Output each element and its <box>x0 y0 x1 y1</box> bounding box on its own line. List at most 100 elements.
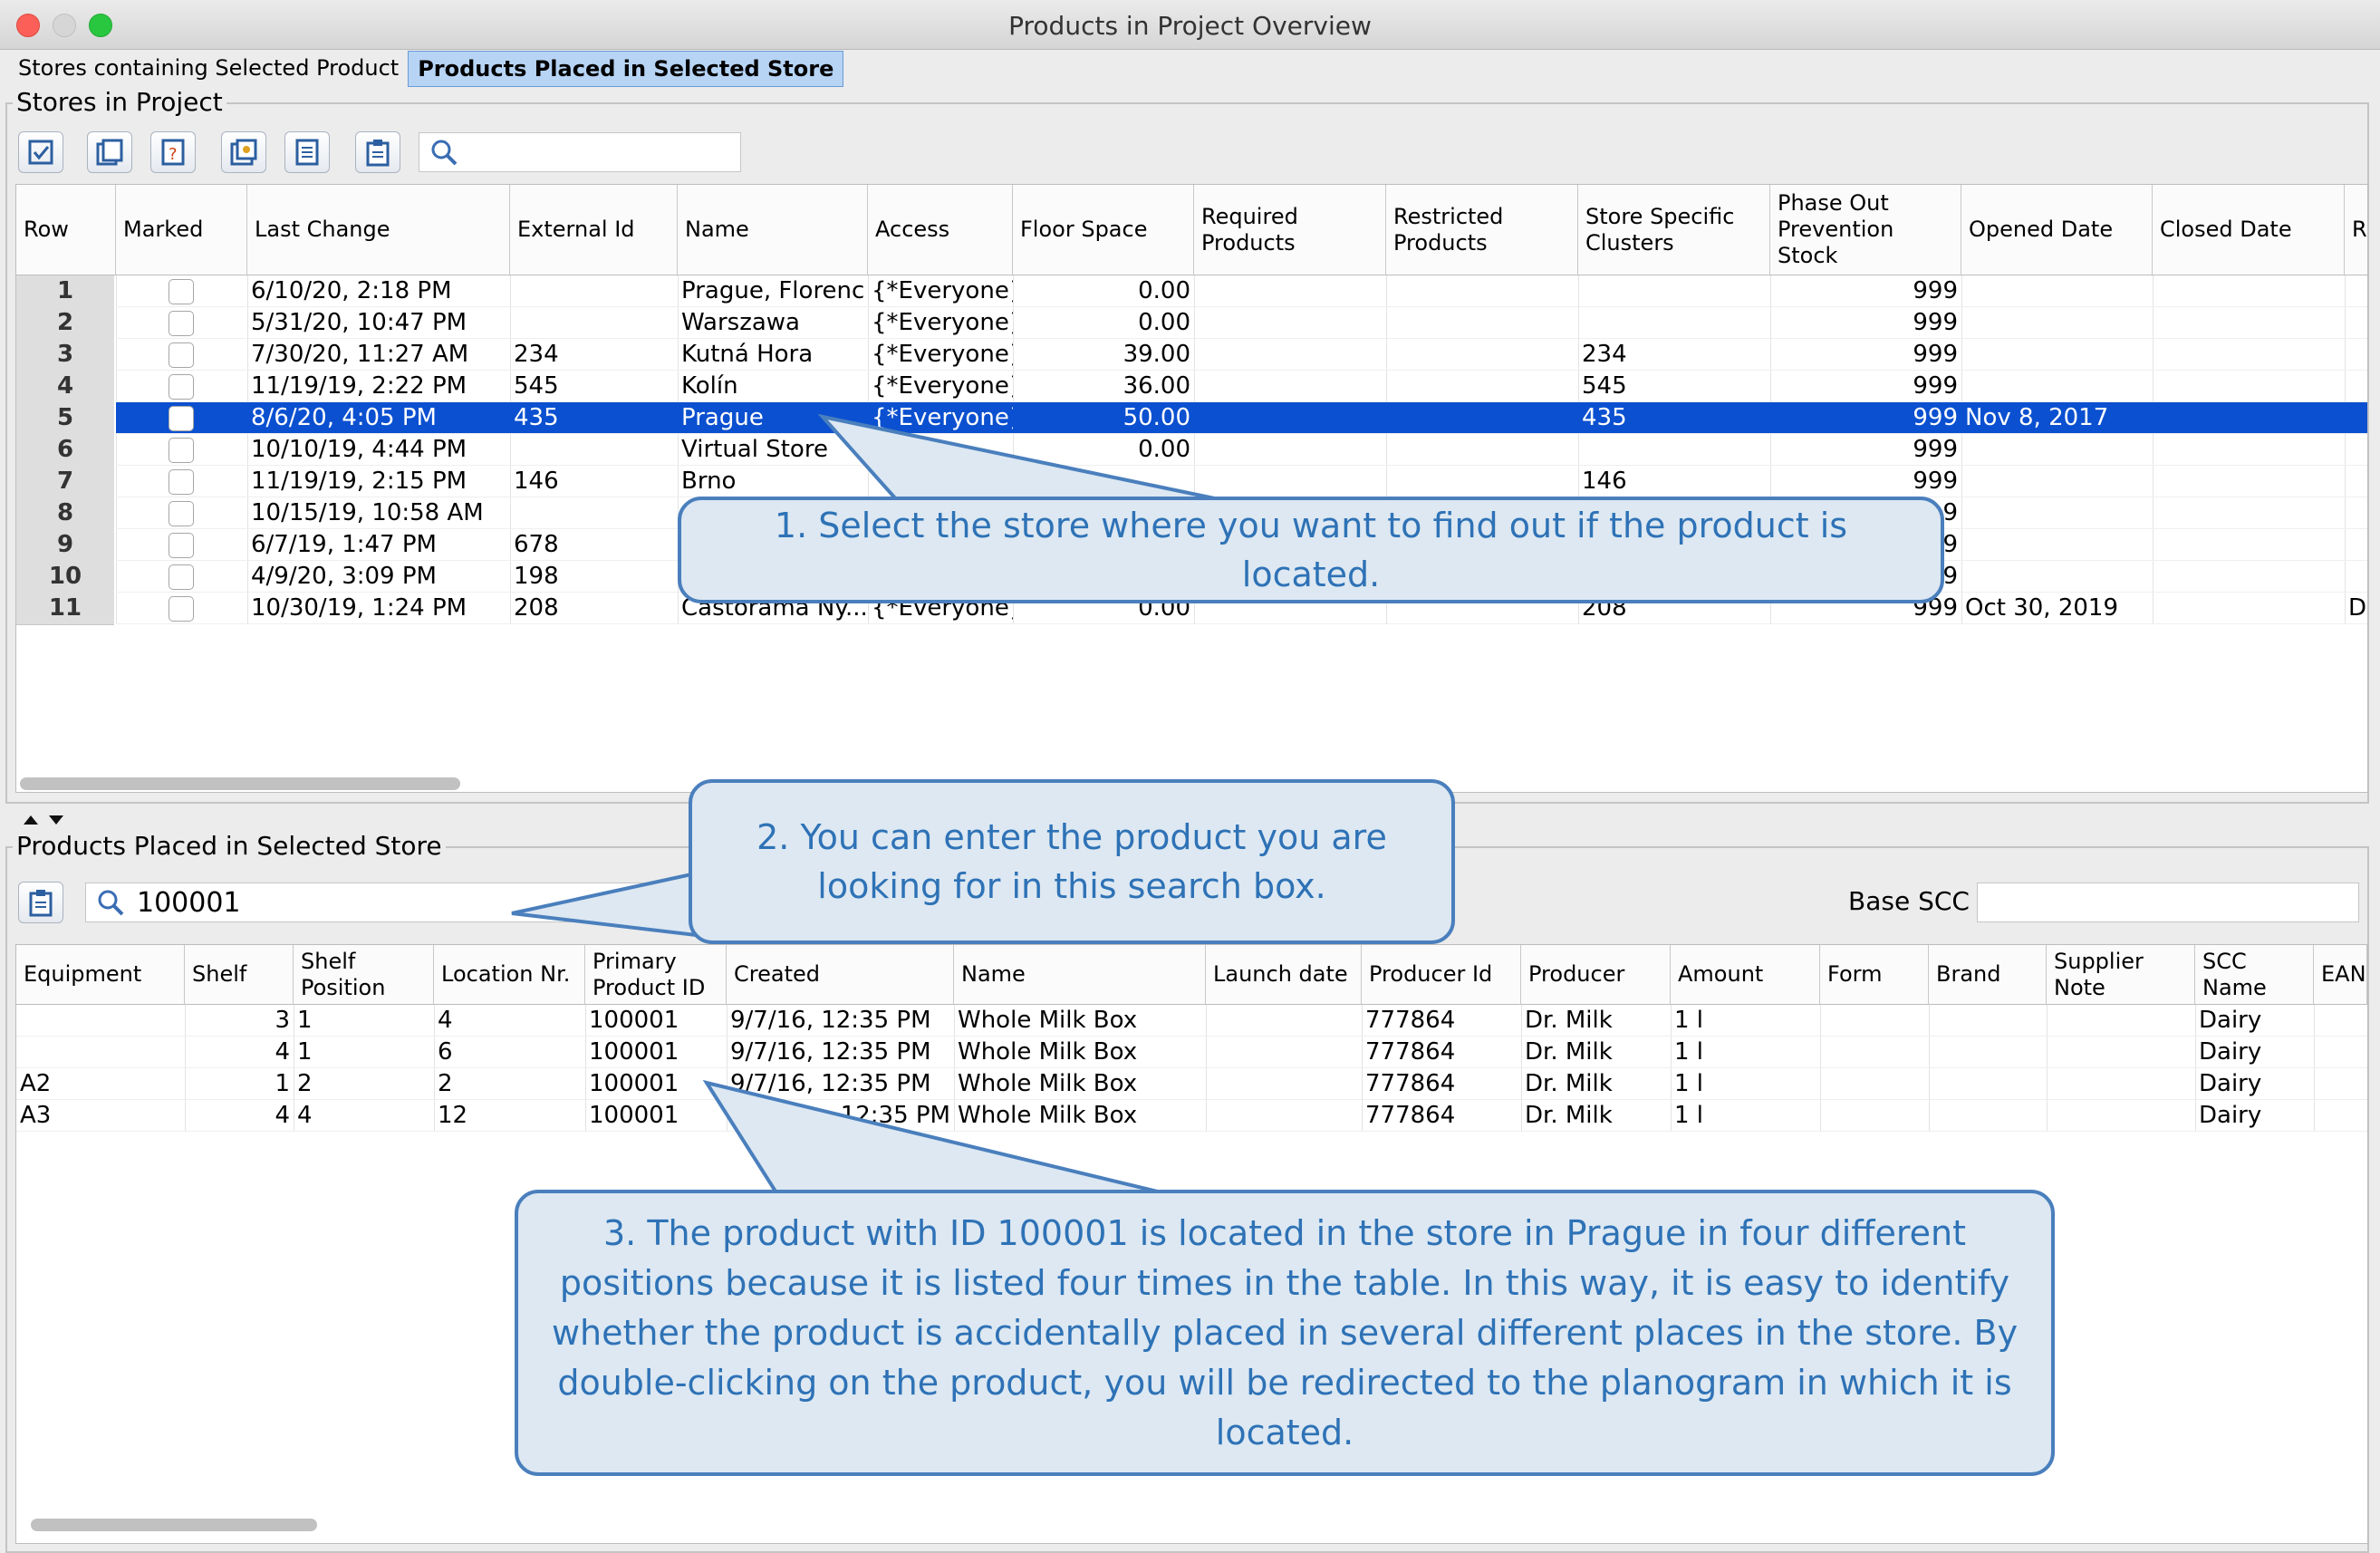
product-cell-location[interactable]: 12 <box>434 1100 585 1132</box>
marked-checkbox[interactable] <box>169 469 194 495</box>
row-number[interactable]: 4 <box>16 371 114 403</box>
product-cell-scc[interactable]: Dairy <box>2195 1100 2314 1132</box>
store-cell-floor-space[interactable]: 50.00 <box>1013 402 1194 434</box>
store-cell-re[interactable]: De <box>2345 593 2367 624</box>
marked-checkbox[interactable] <box>169 406 194 431</box>
row-number[interactable]: 11 <box>16 593 114 625</box>
store-cell-opened[interactable] <box>1961 371 2153 402</box>
products-col-header[interactable]: Amount <box>1671 945 1820 1005</box>
store-cell-phase-out[interactable]: 999 <box>1770 339 1961 371</box>
product-cell-name[interactable]: Whole Milk Box <box>954 1037 1206 1068</box>
row-number[interactable]: 10 <box>16 561 114 593</box>
store-cell-clusters[interactable] <box>1578 434 1770 466</box>
product-cell-producer[interactable]: Dr. Milk <box>1521 1037 1671 1068</box>
row-number[interactable]: 7 <box>16 466 114 498</box>
stores-col-header[interactable]: Restricted Products <box>1386 185 1578 275</box>
product-cell-product-id[interactable]: 100001 <box>585 1005 727 1037</box>
store-cell-external-id[interactable] <box>510 434 678 466</box>
store-cell-re[interactable] <box>2345 275 2367 307</box>
product-cell-amount[interactable]: 1 l <box>1671 1005 1820 1037</box>
row-number[interactable]: 5 <box>16 402 114 435</box>
stores-col-header[interactable]: Last Change <box>247 185 510 275</box>
store-cell-phase-out[interactable]: 999 <box>1770 275 1961 307</box>
store-cell-external-id[interactable]: 146 <box>510 466 678 497</box>
splitter-arrows[interactable] <box>20 813 74 830</box>
store-cell-external-id[interactable]: 435 <box>510 402 678 434</box>
stores-search-box[interactable] <box>419 132 741 172</box>
product-cell-producer[interactable]: Dr. Milk <box>1521 1100 1671 1132</box>
store-cell-last-change[interactable]: 7/30/20, 11:27 AM <box>247 339 510 371</box>
product-cell-amount[interactable]: 1 l <box>1671 1068 1820 1100</box>
product-cell-producer[interactable]: Dr. Milk <box>1521 1005 1671 1037</box>
store-cell-floor-space[interactable]: 39.00 <box>1013 339 1194 371</box>
store-cell-floor-space[interactable]: 36.00 <box>1013 371 1194 402</box>
product-cell-producer-id[interactable]: 777864 <box>1362 1068 1521 1100</box>
store-cell-last-change[interactable]: 4/9/20, 3:09 PM <box>247 561 510 593</box>
list-button[interactable] <box>284 131 330 173</box>
store-cell-external-id[interactable] <box>510 307 678 339</box>
store-cell-closed[interactable] <box>2153 339 2345 371</box>
store-cell-external-id[interactable] <box>510 497 678 529</box>
marked-checkbox[interactable] <box>169 279 194 304</box>
store-cell-opened[interactable] <box>1961 529 2153 561</box>
stores-col-header[interactable]: Re <box>2345 185 2367 275</box>
product-cell-shelf-position[interactable]: 1 <box>294 1037 434 1068</box>
store-cell-name[interactable]: Virtual Store <box>678 434 868 466</box>
store-cell-closed[interactable] <box>2153 371 2345 402</box>
store-cell-re[interactable] <box>2345 466 2367 497</box>
store-cell-external-id[interactable] <box>510 275 678 307</box>
store-cell-name[interactable]: Kutná Hora <box>678 339 868 371</box>
store-cell-clusters[interactable] <box>1578 275 1770 307</box>
store-cell-name[interactable]: Prague <box>678 402 868 434</box>
products-col-header[interactable]: Producer <box>1521 945 1671 1005</box>
store-cell-phase-out[interactable]: 999 <box>1770 466 1961 497</box>
store-cell-closed[interactable] <box>2153 497 2345 529</box>
store-cell-last-change[interactable]: 11/19/19, 2:22 PM <box>247 371 510 402</box>
store-cell-floor-space[interactable]: 0.00 <box>1013 275 1194 307</box>
row-number[interactable]: 9 <box>16 529 114 562</box>
store-cell-re[interactable] <box>2345 371 2367 402</box>
product-cell-shelf[interactable]: 4 <box>185 1100 294 1132</box>
store-cell-external-id[interactable]: 234 <box>510 339 678 371</box>
marked-checkbox[interactable] <box>169 564 194 590</box>
store-cell-re[interactable] <box>2345 307 2367 339</box>
row-number[interactable]: 2 <box>16 307 114 340</box>
marked-checkbox[interactable] <box>169 438 194 463</box>
products-horizontal-scrollbar[interactable] <box>31 1519 317 1531</box>
products-col-header[interactable]: Location Nr. <box>434 945 585 1005</box>
deselect-button[interactable] <box>87 131 132 173</box>
store-cell-last-change[interactable]: 10/30/19, 1:24 PM <box>247 593 510 624</box>
product-cell-scc[interactable]: Dairy <box>2195 1005 2314 1037</box>
store-cell-last-change[interactable]: 6/7/19, 1:47 PM <box>247 529 510 561</box>
product-cell-shelf[interactable]: 4 <box>185 1037 294 1068</box>
product-cell-product-id[interactable]: 100001 <box>585 1100 727 1132</box>
store-cell-access[interactable]: {*Everyone} <box>868 307 1013 339</box>
marked-checkbox[interactable] <box>169 596 194 622</box>
stores-col-header[interactable]: Row <box>16 185 116 275</box>
product-cell-equipment[interactable]: A2 <box>16 1068 185 1100</box>
store-cell-phase-out[interactable]: 999 <box>1770 402 1961 434</box>
product-cell-created[interactable]: 9/7/16, 12:35 PM <box>727 1005 954 1037</box>
product-cell-product-id[interactable]: 100001 <box>585 1068 727 1100</box>
store-cell-opened[interactable] <box>1961 307 2153 339</box>
product-cell-shelf[interactable]: 1 <box>185 1068 294 1100</box>
store-cell-re[interactable] <box>2345 497 2367 529</box>
products-col-header[interactable]: Shelf Position <box>294 945 434 1005</box>
store-cell-closed[interactable] <box>2153 307 2345 339</box>
products-col-header[interactable]: Producer Id <box>1362 945 1521 1005</box>
store-cell-access[interactable]: {*Everyone} <box>868 275 1013 307</box>
store-cell-opened[interactable]: Oct 30, 2019 <box>1961 593 2153 624</box>
store-cell-opened[interactable] <box>1961 275 2153 307</box>
product-cell-scc[interactable]: Dairy <box>2195 1068 2314 1100</box>
marked-checkbox[interactable] <box>169 374 194 400</box>
product-cell-producer[interactable]: Dr. Milk <box>1521 1068 1671 1100</box>
products-col-header[interactable]: Name <box>954 945 1206 1005</box>
store-cell-opened[interactable] <box>1961 434 2153 466</box>
products-col-header[interactable]: Equipment <box>16 945 185 1005</box>
stores-col-header[interactable]: Store Specific Clusters <box>1578 185 1770 275</box>
store-cell-clusters[interactable]: 146 <box>1578 466 1770 497</box>
products-col-header[interactable]: Form <box>1820 945 1929 1005</box>
store-cell-opened[interactable]: Nov 8, 2017 <box>1961 402 2153 434</box>
stores-col-header[interactable]: Marked <box>116 185 247 275</box>
row-number[interactable]: 6 <box>16 434 114 467</box>
